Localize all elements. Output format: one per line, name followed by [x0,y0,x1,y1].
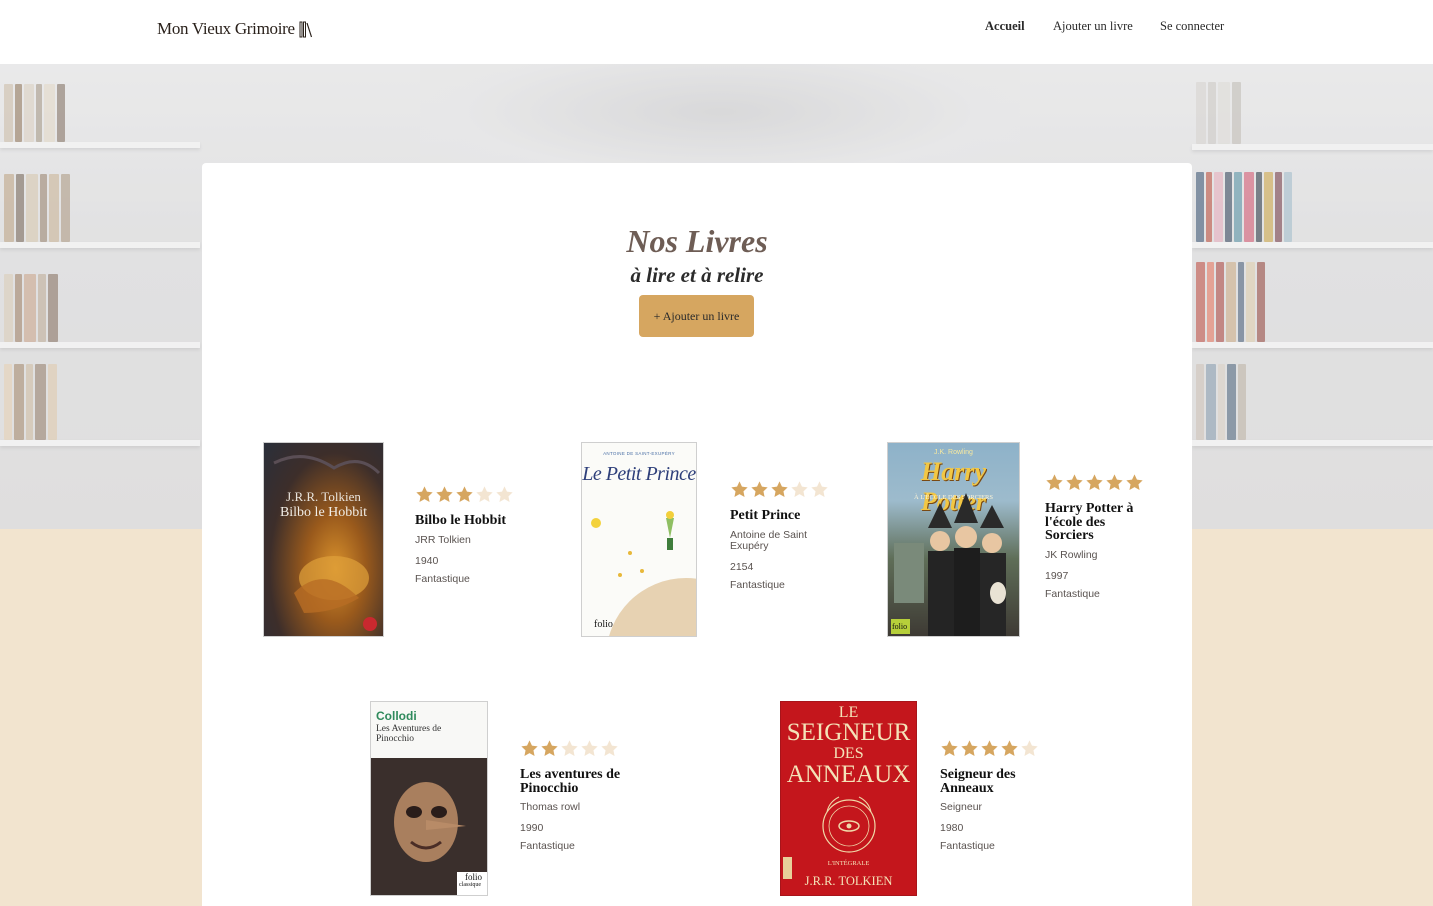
nav-link-add-book[interactable]: Ajouter un livre [1053,19,1133,34]
star-filled-icon [521,740,538,756]
main-nav: Accueil Ajouter un livre Se connecter [0,19,1433,35]
cover-publisher: folio [594,619,613,630]
book-author: Antoine de Saint Exupéry [730,528,808,552]
book-info: Les aventures de Pinocchio Thomas rowl 1… [520,739,630,855]
star-filled-icon [751,481,768,497]
book-year: 2154 [730,560,754,573]
star-filled-icon [456,486,473,502]
cover-edition: L'INTÉGRALE [827,860,870,867]
cover-publisher: folio [892,622,908,631]
star-empty-icon [496,486,513,502]
book-title[interactable]: Petit Prince [730,509,850,523]
star-filled-icon [1046,474,1063,490]
star-filled-icon [1066,474,1083,490]
star-filled-icon [436,486,453,502]
star-rating [415,485,535,504]
star-filled-icon [941,740,958,756]
book-cover[interactable]: J.K. Rowling Harry Potter À L'ÉCOLE DES … [887,442,1020,637]
book-info: Bilbo le Hobbit JRR Tolkien 1940 Fantast… [415,485,535,588]
book-author: Seigneur [940,801,983,813]
book-author: JRR Tolkien [415,533,471,546]
book-cover[interactable]: ANTOINE DE SAINT-EXUPÉRY Le Petit Prince… [581,442,697,637]
star-filled-icon [1001,740,1018,756]
star-filled-icon [771,481,788,497]
star-filled-icon [1106,474,1123,490]
star-filled-icon [1126,474,1143,490]
star-filled-icon [541,740,558,756]
book-genre: Fantastique [520,840,575,852]
star-filled-icon [981,740,998,756]
nav-link-login[interactable]: Se connecter [1160,19,1224,34]
book-genre: Fantastique [730,578,785,591]
cover-series: classique [459,882,481,888]
book-genre: Fantastique [1045,587,1100,600]
star-empty-icon [791,481,808,497]
star-rating [1045,473,1145,492]
star-empty-icon [811,481,828,497]
book-cover[interactable]: Collodi Les Aventures de Pinocchio folio… [370,701,488,896]
page-title: Nos Livres [626,223,768,259]
nav-link-home[interactable]: Accueil [985,19,1025,34]
book-cover[interactable]: LE SEIGNEUR DES ANNEAUX L'INTÉGRALE J.R.… [780,701,917,896]
star-empty-icon [476,486,493,502]
book-title[interactable]: Bilbo le Hobbit [415,514,535,528]
book-year: 1980 [940,822,964,834]
page-subtitle: à lire et à relire [630,263,764,287]
book-title[interactable]: Harry Potter à l'école des Sorciers [1045,502,1145,543]
site-header: Mon Vieux Grimoire Accueil Ajouter un li… [0,0,1433,64]
star-filled-icon [731,481,748,497]
book-title[interactable]: Seigneur des Anneaux [940,768,1040,796]
star-rating [940,739,1040,758]
book-info: Seigneur des Anneaux Seigneur 1980 Fanta… [940,739,1040,855]
star-filled-icon [1086,474,1103,490]
book-year: 1997 [1045,569,1069,582]
book-author: Thomas rowl [520,801,581,813]
book-genre: Fantastique [415,572,470,585]
cover-author: J.R.R. Tolkien [286,489,361,504]
book-info: Harry Potter à l'école des Sorciers JK R… [1045,473,1145,603]
book-info: Petit Prince Antoine de Saint Exupéry 21… [730,480,850,594]
book-year: 1940 [415,554,439,567]
star-rating [730,480,850,499]
star-empty-icon [581,740,598,756]
book-author: JK Rowling [1045,548,1098,561]
book-title[interactable]: Les aventures de Pinocchio [520,768,630,796]
book-year: 1990 [520,822,544,834]
star-filled-icon [961,740,978,756]
star-empty-icon [561,740,578,756]
cover-author: J.R.R. TOLKIEN [804,874,893,888]
star-empty-icon [601,740,618,756]
star-rating [520,739,630,758]
books-card: Nos Livres à lire et à relire + Ajouter … [202,163,1192,906]
cover-publisher: folio [465,872,482,882]
book-cover[interactable]: J.R.R. Tolkien Bilbo le Hobbit [263,442,384,637]
book-genre: Fantastique [940,840,995,852]
add-book-button[interactable]: + Ajouter un livre [639,295,754,337]
cover-title: Bilbo le Hobbit [279,505,368,520]
star-empty-icon [1021,740,1038,756]
star-filled-icon [416,486,433,502]
